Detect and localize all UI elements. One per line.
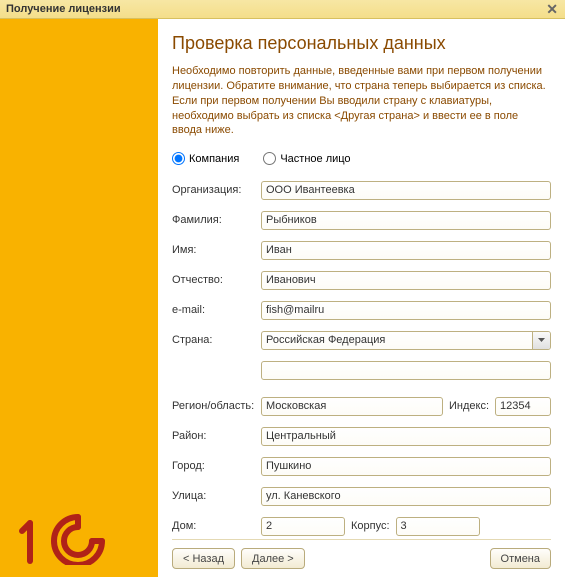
window-title: Получение лицензии [6, 3, 121, 15]
entity-person-option[interactable]: Частное лицо [263, 152, 350, 165]
next-button-label: Далее > [252, 553, 294, 565]
personal-data-form: Компания Частное лицо Организация: Фамил… [172, 152, 551, 539]
street-label: Улица: [172, 490, 261, 502]
back-button[interactable]: < Назад [172, 548, 235, 569]
country-select-wrap [261, 331, 551, 350]
page-heading: Проверка персональных данных [172, 33, 551, 54]
organization-label: Организация: [172, 184, 261, 196]
firstname-input[interactable] [261, 241, 551, 260]
building-input[interactable] [396, 517, 480, 536]
email-label: e-mail: [172, 304, 261, 316]
entity-company-label: Компания [189, 153, 239, 165]
lastname-label: Фамилия: [172, 214, 261, 226]
city-input[interactable] [261, 457, 551, 476]
patronymic-label: Отчество: [172, 274, 261, 286]
wizard-footer: < Назад Далее > Отмена [172, 539, 551, 569]
entity-company-option[interactable]: Компания [172, 152, 239, 165]
chevron-down-icon [538, 338, 545, 342]
organization-input[interactable] [261, 181, 551, 200]
cancel-button[interactable]: Отмена [490, 548, 551, 569]
region-input[interactable] [261, 397, 443, 416]
street-input[interactable] [261, 487, 551, 506]
email-input[interactable] [261, 301, 551, 320]
license-wizard-window: Получение лицензии ✕ [0, 0, 565, 577]
country-dropdown-button[interactable] [532, 332, 550, 349]
region-label: Регион/область: [172, 400, 261, 412]
window-body: Проверка персональных данных Необходимо … [0, 19, 565, 577]
district-input[interactable] [261, 427, 551, 446]
city-label: Город: [172, 460, 261, 472]
house-label: Дом: [172, 520, 261, 532]
patronymic-input[interactable] [261, 271, 551, 290]
vendor-logo [18, 513, 108, 565]
titlebar: Получение лицензии ✕ [0, 0, 565, 19]
cancel-button-label: Отмена [501, 553, 540, 565]
other-country-input[interactable] [261, 361, 551, 380]
country-label: Страна: [172, 334, 261, 346]
next-button[interactable]: Далее > [241, 548, 305, 569]
close-icon[interactable]: ✕ [543, 2, 561, 16]
back-button-label: < Назад [183, 553, 224, 565]
index-input[interactable] [495, 397, 551, 416]
entity-type-group: Компания Частное лицо [172, 152, 551, 165]
firstname-label: Имя: [172, 244, 261, 256]
content-panel: Проверка персональных данных Необходимо … [158, 19, 565, 577]
entity-person-radio[interactable] [263, 152, 276, 165]
entity-person-label: Частное лицо [280, 153, 350, 165]
sidebar [0, 19, 158, 577]
index-label: Индекс: [449, 400, 489, 412]
country-select[interactable] [261, 331, 551, 350]
entity-company-radio[interactable] [172, 152, 185, 165]
house-input[interactable] [261, 517, 345, 536]
building-label: Корпус: [351, 520, 390, 532]
lastname-input[interactable] [261, 211, 551, 230]
district-label: Район: [172, 430, 261, 442]
page-description: Необходимо повторить данные, введенные в… [172, 64, 551, 138]
